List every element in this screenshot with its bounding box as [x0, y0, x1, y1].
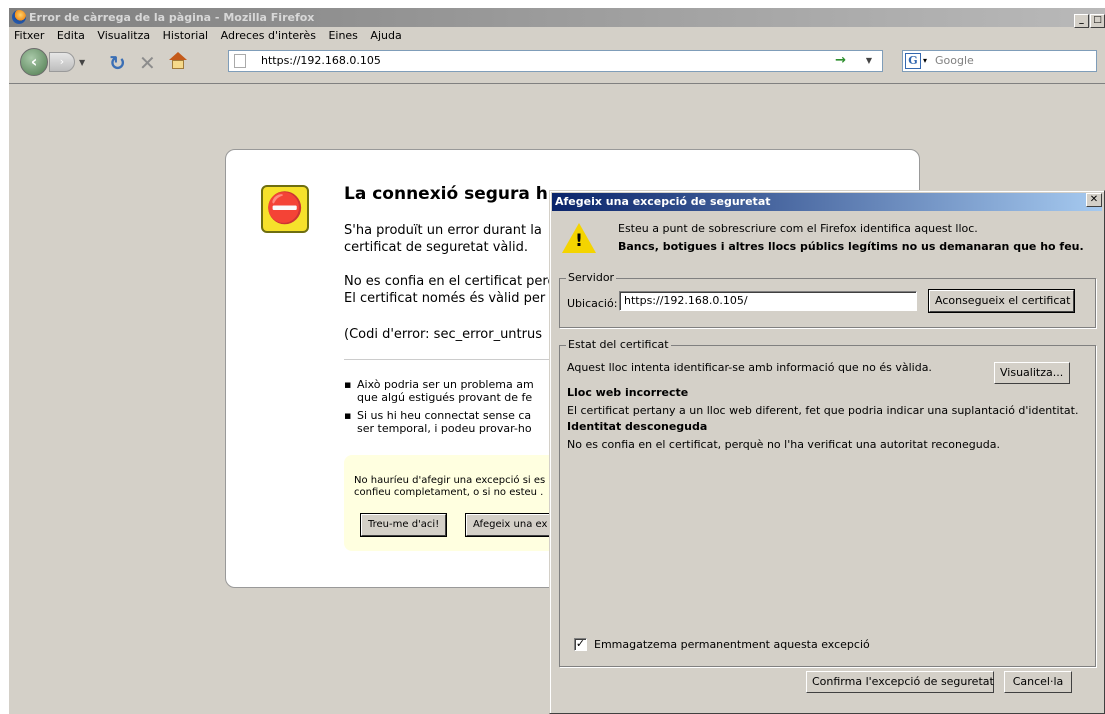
status-description: Aquest lloc intenta identificar-se amb i…	[567, 361, 932, 374]
get-certificate-button[interactable]: Aconsegueix el certificat	[928, 289, 1075, 313]
url-text[interactable]: https://192.168.0.105	[261, 51, 381, 71]
engine-dropdown-icon[interactable]: ▾	[923, 51, 927, 71]
menu-fitxer[interactable]: Fitxer	[9, 27, 48, 45]
add-exception-dialog: Afegeix una excepció de seguretat ✕ ! Es…	[549, 190, 1105, 714]
page-icon	[234, 54, 246, 68]
url-dropdown-icon[interactable]: ▼	[866, 51, 872, 71]
dialog-title: Afegeix una excepció de seguretat	[552, 193, 1102, 211]
warning-icon-mark: !	[575, 231, 583, 251]
search-placeholder[interactable]: Google	[935, 51, 974, 71]
error-code: (Codi d'error: sec_error_untrus	[344, 327, 543, 342]
cancel-button[interactable]: Cancel·la	[1004, 671, 1072, 693]
title-bar: Error de càrrega de la pàgina - Mozilla …	[9, 8, 1105, 28]
home-icon[interactable]	[169, 52, 187, 70]
error-text-line: No es confia en el certificat perc	[344, 274, 555, 289]
dialog-warning: Bancs, botigues i altres llocs públics l…	[618, 240, 1084, 253]
menu-eines[interactable]: Eines	[323, 27, 361, 45]
menu-historial[interactable]: Historial	[158, 27, 212, 45]
list-item-cont: que algú estigués provant de fe	[357, 391, 533, 404]
get-me-out-button[interactable]: Treu-me d'aci!	[359, 513, 448, 537]
location-input[interactable]: https://192.168.0.105/	[619, 291, 917, 311]
add-exception-button[interactable]: Afegeix una ex	[464, 513, 556, 537]
issue-body: No es confia en el certificat, perquè no…	[567, 438, 1000, 451]
go-arrow-icon[interactable]: →	[835, 51, 846, 71]
url-bar[interactable]: https://192.168.0.105 → ▼	[228, 50, 883, 72]
close-icon[interactable]: ✕	[1086, 193, 1102, 207]
error-text-line: El certificat només és vàlid per ,	[344, 291, 554, 306]
issue-title: Identitat desconeguda	[567, 420, 708, 433]
forward-button[interactable]: ›	[49, 52, 75, 72]
menu-bar: Fitxer Edita Visualitza Historial Adrece…	[9, 27, 1105, 45]
navigation-toolbar: ‹ › ▼ ↻ ✕ https://192.168.0.105 → ▼ G ▾ …	[9, 45, 1105, 81]
view-button[interactable]: Visualitza...	[994, 362, 1070, 384]
window-title: Error de càrrega de la pàgina - Mozilla …	[29, 11, 315, 24]
permanent-label[interactable]: Emmagatzema permanentment aquesta excepc…	[594, 638, 870, 651]
menu-ajuda[interactable]: Ajuda	[365, 27, 405, 45]
firefox-logo-icon	[12, 10, 26, 24]
status-legend: Estat del certificat	[566, 338, 671, 351]
list-item-cont: ser temporal, i podeu provar-ho	[357, 422, 532, 435]
server-group: Servidor Ubicació: https://192.168.0.105…	[559, 271, 1096, 328]
certificate-status-group: Estat del certificat Aquest lloc intenta…	[559, 338, 1096, 667]
stop-icon[interactable]: ✕	[139, 51, 156, 75]
search-bar[interactable]: G ▾ Google	[902, 50, 1097, 72]
confirm-exception-button[interactable]: Confirma l'excepció de seguretat	[806, 671, 994, 693]
google-engine-icon[interactable]: G	[905, 53, 921, 69]
menu-visualitza[interactable]: Visualitza	[92, 27, 154, 45]
menu-edita[interactable]: Edita	[52, 27, 89, 45]
issue-title: Lloc web incorrecte	[567, 386, 689, 399]
minimize-button[interactable]: _	[1074, 14, 1089, 28]
error-text-line: S'ha produït un error durant la	[344, 223, 542, 238]
history-dropdown-icon[interactable]: ▼	[79, 58, 85, 67]
dialog-intro: Esteu a punt de sobrescriure com el Fire…	[618, 222, 978, 235]
error-title: La connexió segura h	[344, 184, 548, 204]
permanent-checkbox[interactable]: ✓	[574, 638, 587, 651]
location-label: Ubicació:	[567, 297, 618, 310]
server-legend: Servidor	[566, 271, 617, 284]
list-item: ▪ Això podria ser un problema am	[344, 378, 534, 391]
menu-adreces[interactable]: Adreces d'interès	[216, 27, 320, 45]
issue-body: El certificat pertany a un lloc web dife…	[567, 404, 1079, 417]
list-item: ▪ Si us hi heu connectat sense ca	[344, 409, 532, 422]
error-text-line: certificat de seguretat vàlid.	[344, 240, 528, 255]
policeman-icon: ⛔	[261, 185, 309, 233]
warning-text: No hauríeu d'afegir una excepció si es c…	[354, 475, 546, 498]
back-button[interactable]: ‹	[20, 48, 48, 76]
maximize-button[interactable]: □	[1090, 14, 1105, 28]
reload-icon[interactable]: ↻	[109, 51, 126, 75]
